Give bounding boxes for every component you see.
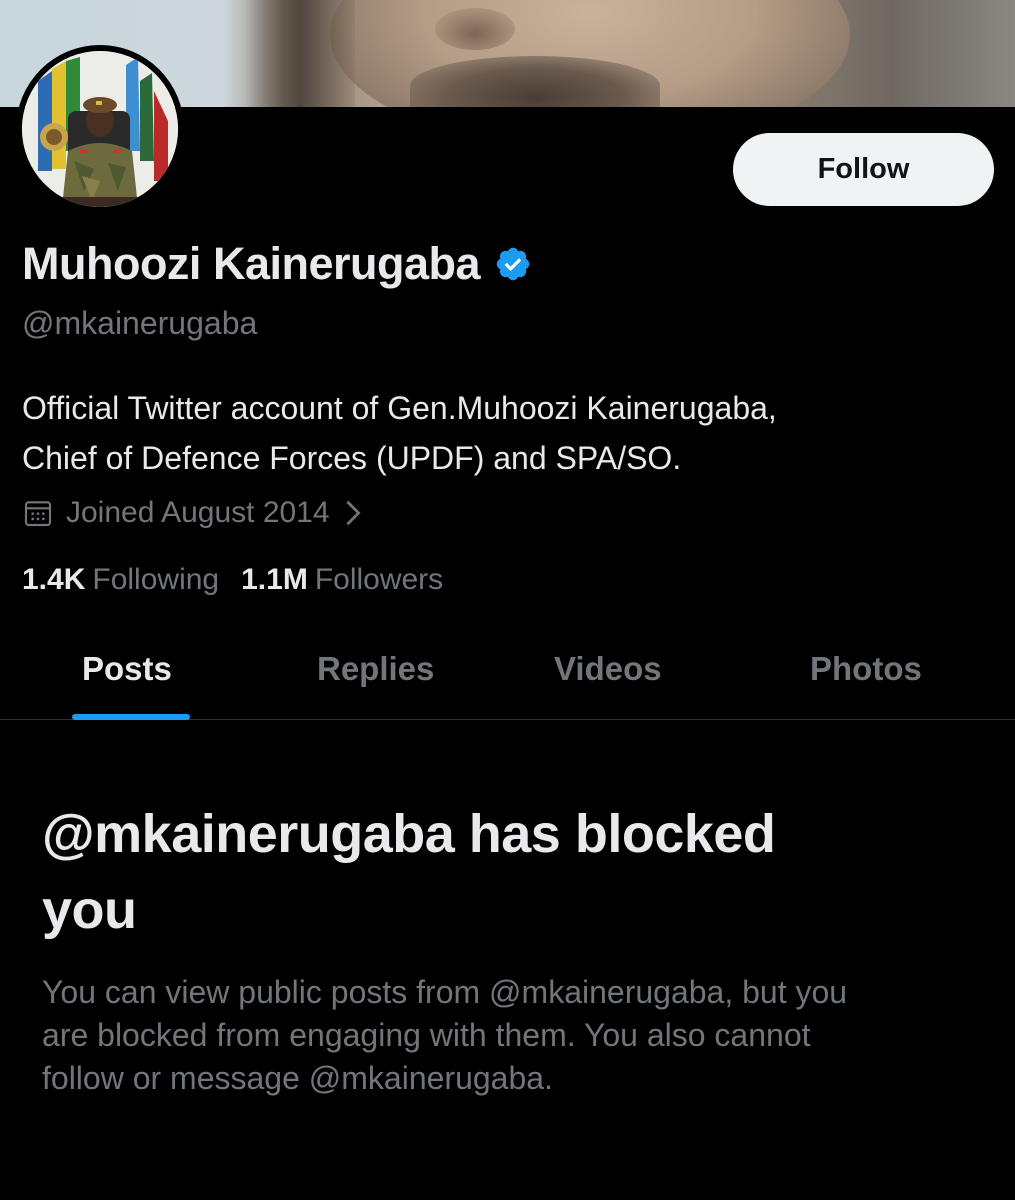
following-count: 1.4K <box>22 563 86 596</box>
tab-photos[interactable]: Photos <box>810 650 922 688</box>
tab-replies[interactable]: Replies <box>317 650 434 688</box>
tab-videos[interactable]: Videos <box>554 650 662 688</box>
profile-page: Follow Muhoozi Kainerugaba @mkainerugaba… <box>0 0 1015 1200</box>
joined-date[interactable]: Joined August 2014 <box>22 496 364 530</box>
active-tab-indicator <box>72 714 190 720</box>
blocked-title-line: you <box>42 880 137 940</box>
name-row: Muhoozi Kainerugaba <box>22 238 532 290</box>
blocked-description-line: follow or message @mkainerugaba. <box>42 1060 553 1096</box>
follow-stats: 1.4K Following 1.1M Followers <box>22 563 443 597</box>
bio-line: Chief of Defence Forces (UPDF) and SPA/S… <box>22 440 682 476</box>
followers-link[interactable]: 1.1M Followers <box>241 563 443 597</box>
joined-label: Joined August 2014 <box>66 496 330 529</box>
calendar-icon <box>24 501 52 527</box>
blocked-description-line: are blocked from engaging with them. You… <box>42 1017 811 1053</box>
display-name: Muhoozi Kainerugaba <box>22 238 481 289</box>
avatar-photo <box>22 51 178 207</box>
profile-avatar[interactable] <box>16 45 184 213</box>
profile-handle: @mkainerugaba <box>22 305 258 341</box>
blocked-title-line: @mkainerugaba has blocked <box>42 804 776 864</box>
bio-line: Official Twitter account of Gen.Muhoozi … <box>22 390 777 426</box>
blocked-title: @mkainerugaba has blocked you <box>42 796 942 948</box>
verified-badge-icon[interactable] <box>494 245 532 283</box>
blocked-description-line: You can view public posts from @mkaineru… <box>42 974 848 1010</box>
profile-tabs: Posts Replies Videos Photos <box>0 626 1015 720</box>
chevron-right-icon <box>345 500 361 526</box>
blocked-description: You can view public posts from @mkaineru… <box>42 971 992 1100</box>
following-label: Following <box>92 563 220 596</box>
followers-count: 1.1M <box>241 563 308 596</box>
following-link[interactable]: 1.4K Following <box>22 563 219 597</box>
followers-label: Followers <box>314 563 444 596</box>
follow-button[interactable]: Follow <box>733 133 994 206</box>
profile-bio: Official Twitter account of Gen.Muhoozi … <box>22 383 982 483</box>
tab-posts[interactable]: Posts <box>82 650 172 688</box>
